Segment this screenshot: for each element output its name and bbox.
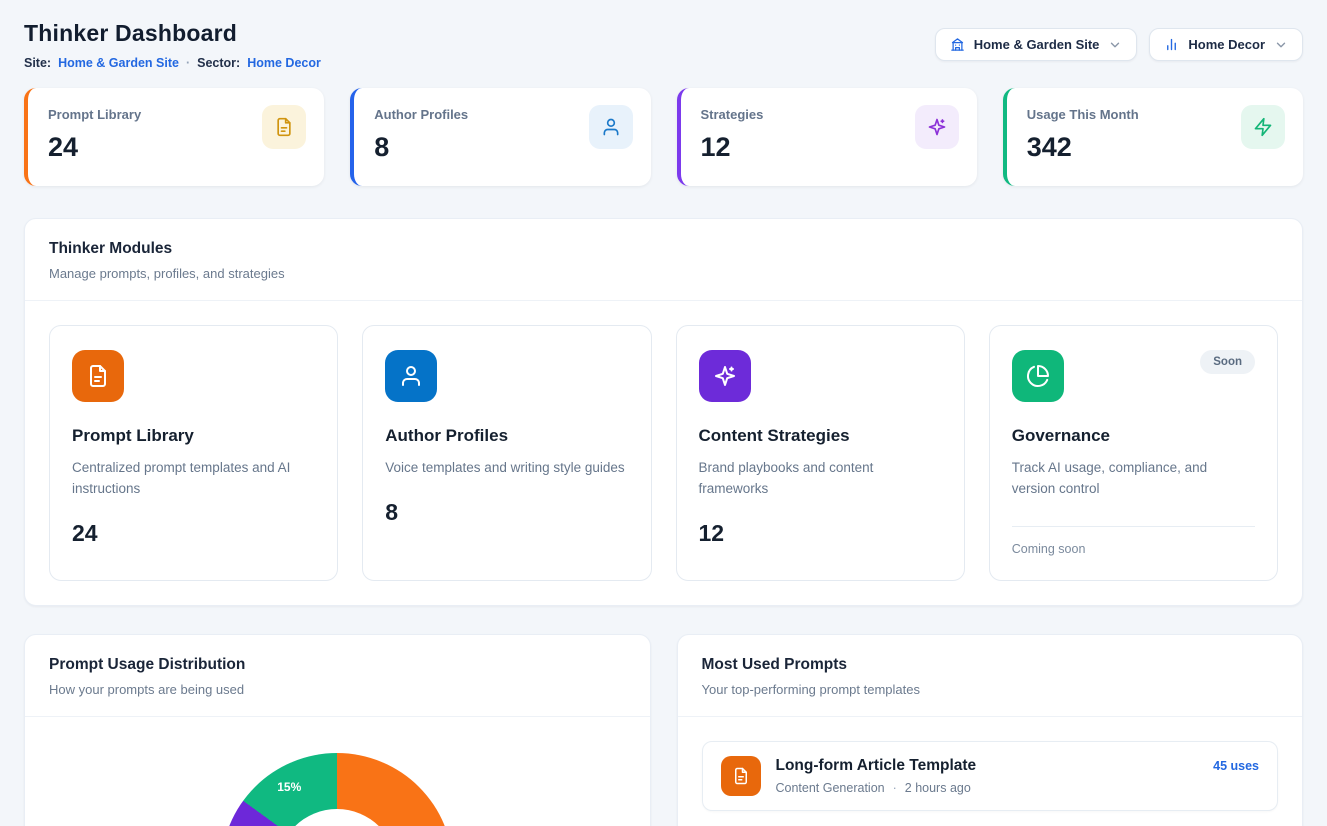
module-description: Centralized prompt templates and AI inst…	[72, 458, 312, 500]
divider	[1012, 526, 1255, 527]
pie-chart-icon	[1012, 350, 1064, 402]
stat-card-strategies: Strategies 12	[677, 88, 977, 186]
module-description: Track AI usage, compliance, and version …	[1012, 458, 1252, 500]
building-icon	[950, 37, 965, 52]
prompts-subtitle: Your top-performing prompt templates	[702, 682, 1279, 697]
document-icon	[72, 350, 124, 402]
prompt-item-text: Long-form Article Template Content Gener…	[776, 757, 977, 795]
chevron-down-icon	[1108, 38, 1122, 52]
module-title: Content Strategies	[699, 426, 942, 446]
prompt-category: Content Generation	[776, 781, 885, 795]
lightning-icon	[1241, 105, 1285, 149]
site-label: Site:	[24, 56, 51, 70]
usage-subtitle: How your prompts are being used	[49, 682, 626, 697]
header-left: Thinker Dashboard Site: Home & Garden Si…	[24, 20, 321, 70]
bottom-row: Prompt Usage Distribution How your promp…	[24, 634, 1303, 826]
prompt-list: Long-form Article Template Content Gener…	[678, 717, 1303, 826]
module-description: Brand playbooks and content frameworks	[699, 458, 939, 500]
document-icon	[262, 105, 306, 149]
stat-card-author-profiles: Author Profiles 8	[350, 88, 650, 186]
prompt-item-meta: Content Generation · 2 hours ago	[776, 781, 977, 795]
usage-header: Prompt Usage Distribution How your promp…	[25, 635, 650, 717]
module-card-prompt-library[interactable]: Prompt Library Centralized prompt templa…	[49, 325, 338, 581]
sparkle-icon	[699, 350, 751, 402]
meta-separator: ·	[893, 781, 897, 795]
module-card-governance[interactable]: Soon Governance Track AI usage, complian…	[989, 325, 1278, 581]
module-description: Voice templates and writing style guides	[385, 458, 625, 479]
bar-chart-icon	[1164, 37, 1179, 52]
meta-separator: ·	[186, 56, 190, 70]
prompt-timestamp: 2 hours ago	[905, 781, 971, 795]
module-title: Governance	[1012, 426, 1255, 446]
breadcrumb: Site: Home & Garden Site · Sector: Home …	[24, 56, 321, 70]
module-card-author-profiles[interactable]: Author Profiles Voice templates and writ…	[362, 325, 651, 581]
stat-card-usage: Usage This Month 342	[1003, 88, 1303, 186]
sector-dropdown-label: Home Decor	[1188, 37, 1265, 52]
soon-badge: Soon	[1200, 350, 1255, 374]
coming-soon-label: Coming soon	[1012, 542, 1255, 556]
sector-link[interactable]: Home Decor	[247, 56, 321, 70]
modules-grid: Prompt Library Centralized prompt templa…	[25, 301, 1302, 605]
site-link[interactable]: Home & Garden Site	[58, 56, 179, 70]
header: Thinker Dashboard Site: Home & Garden Si…	[24, 20, 1303, 70]
site-dropdown[interactable]: Home & Garden Site	[935, 28, 1138, 61]
prompt-usage-card: Prompt Usage Distribution How your promp…	[24, 634, 651, 826]
page-title: Thinker Dashboard	[24, 20, 321, 47]
document-icon	[721, 756, 761, 796]
chevron-down-icon	[1274, 38, 1288, 52]
prompts-title: Most Used Prompts	[702, 656, 1279, 674]
thinker-modules-panel: Thinker Modules Manage prompts, profiles…	[24, 218, 1303, 606]
sector-dropdown[interactable]: Home Decor	[1149, 28, 1303, 61]
stat-card-prompt-library: Prompt Library 24	[24, 88, 324, 186]
prompt-item-title: Long-form Article Template	[776, 757, 977, 775]
modules-title: Thinker Modules	[49, 240, 1278, 258]
module-count: 8	[385, 499, 628, 526]
modules-header: Thinker Modules Manage prompts, profiles…	[25, 219, 1302, 301]
module-title: Prompt Library	[72, 426, 315, 446]
header-actions: Home & Garden Site Home Decor	[935, 28, 1303, 61]
modules-subtitle: Manage prompts, profiles, and strategies	[49, 266, 1278, 281]
uses-count-badge: 45 uses	[1213, 759, 1259, 773]
prompts-header: Most Used Prompts Your top-performing pr…	[678, 635, 1303, 717]
donut-chart-area: 15%	[25, 717, 650, 826]
dashboard-page: Thinker Dashboard Site: Home & Garden Si…	[0, 0, 1327, 826]
usage-title: Prompt Usage Distribution	[49, 656, 626, 674]
module-card-content-strategies[interactable]: Content Strategies Brand playbooks and c…	[676, 325, 965, 581]
site-dropdown-label: Home & Garden Site	[974, 37, 1100, 52]
stats-row: Prompt Library 24 Author Profiles 8 Stra…	[24, 88, 1303, 186]
sparkle-icon	[915, 105, 959, 149]
usage-donut: 15%	[221, 753, 453, 826]
module-count: 24	[72, 520, 315, 547]
sector-label: Sector:	[197, 56, 240, 70]
list-item[interactable]: Long-form Article Template Content Gener…	[702, 741, 1279, 811]
module-count: 12	[699, 520, 942, 547]
most-used-prompts-card: Most Used Prompts Your top-performing pr…	[677, 634, 1304, 826]
module-title: Author Profiles	[385, 426, 628, 446]
donut-segment-label: 15%	[277, 780, 301, 794]
user-icon	[589, 105, 633, 149]
user-icon	[385, 350, 437, 402]
